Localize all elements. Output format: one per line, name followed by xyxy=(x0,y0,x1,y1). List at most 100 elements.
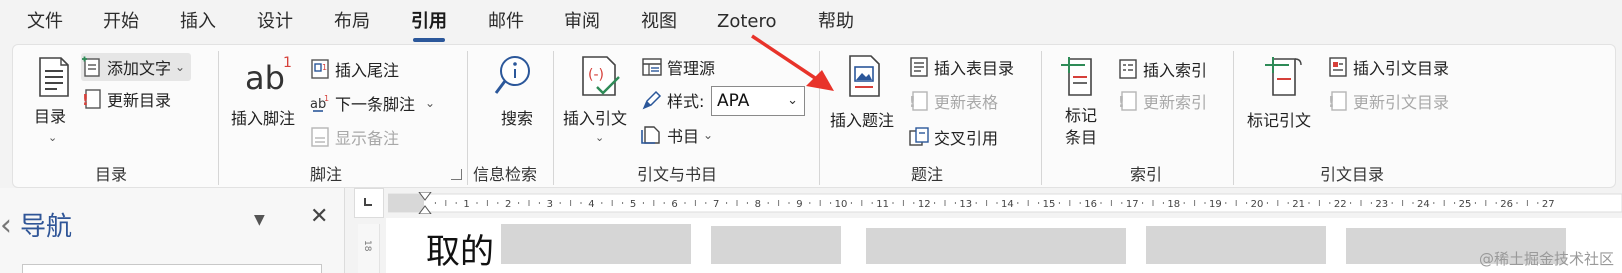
ruler-number: 7 xyxy=(713,199,719,210)
horizontal-ruler[interactable]: 1 2 3 4 5 6 7 8 9 10 11 12 13 14 15 16 17 18 19 20 21 22 23 24 2… xyxy=(388,192,1622,214)
update-index-label: 更新索引 xyxy=(1143,93,1208,112)
insert-table-of-figures-label: 插入表目录 xyxy=(934,59,1015,78)
vertical-ruler: 18 xyxy=(358,224,380,273)
ruler-number: 11 xyxy=(876,199,889,210)
mark-citation-button[interactable]: 标记引文 xyxy=(1243,51,1323,151)
tab-references[interactable]: 引用 xyxy=(411,8,447,42)
ruler-number: 4 xyxy=(588,199,594,210)
search-icon xyxy=(494,56,530,94)
update-toc-label: 更新目录 xyxy=(107,91,172,110)
ruler-number: 26 xyxy=(1500,199,1513,210)
insert-caption-button[interactable]: 插入题注 xyxy=(825,51,909,151)
ruler-number: 16 xyxy=(1084,199,1097,210)
navigation-search-input[interactable] xyxy=(22,264,322,273)
ruler-number: 18 xyxy=(1167,199,1180,210)
tab-file[interactable]: 文件 xyxy=(27,8,63,36)
group-separator xyxy=(1233,51,1234,185)
tab-home[interactable]: 开始 xyxy=(103,8,139,36)
redacted-text xyxy=(711,226,841,264)
insert-toa-icon xyxy=(1329,57,1347,77)
manage-sources-icon xyxy=(642,58,662,76)
tab-view[interactable]: 视图 xyxy=(641,8,677,36)
search-label: 搜索 xyxy=(501,109,534,128)
mark-citation-icon xyxy=(1265,57,1302,96)
ruler-number: 14 xyxy=(1001,199,1014,210)
update-toa-label: 更新引文目录 xyxy=(1353,93,1450,112)
chevron-down-icon: ⌄ xyxy=(595,131,605,144)
cross-reference-button[interactable]: 交叉引用 xyxy=(908,123,998,151)
insert-table-of-figures-button[interactable]: 插入表目录 xyxy=(908,53,1014,81)
svg-text:!: ! xyxy=(1328,93,1335,111)
navigation-title: 导航 xyxy=(20,212,73,242)
tab-help[interactable]: 帮助 xyxy=(818,8,854,36)
style-label: 样式: xyxy=(667,92,705,111)
tab-design[interactable]: 设计 xyxy=(257,8,293,36)
tab-zotero[interactable]: Zotero xyxy=(717,8,777,36)
tab-layout[interactable]: 布局 xyxy=(334,8,370,36)
insert-footnote-icon: ab 1 xyxy=(245,55,292,95)
ruler-number: 9 xyxy=(796,199,802,210)
chevron-down-icon: ⌄ xyxy=(48,131,58,144)
redacted-text xyxy=(866,228,1126,264)
next-footnote-label: 下一条脚注 xyxy=(335,95,416,114)
mark-entry-button[interactable]: 标记条目 xyxy=(1049,51,1113,157)
insert-endnote-icon: 1 xyxy=(311,59,329,79)
update-table-label: 更新表格 xyxy=(934,93,999,112)
insert-endnote-button[interactable]: 1 插入尾注 xyxy=(309,55,399,83)
insert-citation-button[interactable]: (-) 插入引文 ⌄ xyxy=(561,51,641,151)
pane-options-icon[interactable]: ▼ xyxy=(254,212,265,228)
ruler-number: 20 xyxy=(1251,199,1264,210)
svg-text:(-): (-) xyxy=(588,67,604,83)
chevron-down-icon: ⌄ xyxy=(425,96,436,110)
svg-text:1: 1 xyxy=(283,55,292,71)
ruler-number: 12 xyxy=(918,199,931,210)
chevron-down-icon: ⌄ xyxy=(175,60,186,74)
insert-toa-button[interactable]: 插入引文目录 xyxy=(1327,53,1449,81)
search-button[interactable]: 搜索 xyxy=(479,51,549,151)
insert-index-icon xyxy=(1119,59,1137,79)
ruler-number: 21 xyxy=(1292,199,1305,210)
ruler-number: 13 xyxy=(959,199,972,210)
style-pen-icon xyxy=(642,90,662,110)
mark-entry-label: 标记条目 xyxy=(1065,106,1098,147)
redacted-text xyxy=(1146,226,1326,264)
group-separator xyxy=(819,51,820,185)
update-toc-button[interactable]: ! 更新目录 xyxy=(81,85,171,113)
insert-citation-label: 插入引文 xyxy=(563,109,628,128)
tab-insert[interactable]: 插入 xyxy=(180,8,216,36)
mark-citation-label: 标记引文 xyxy=(1247,111,1312,130)
redacted-text xyxy=(501,224,691,264)
group-label-captions: 题注 xyxy=(911,165,944,184)
tab-selector-button[interactable] xyxy=(354,188,384,218)
ruler-number: 19 xyxy=(1209,199,1222,210)
next-footnote-button[interactable]: ab 1 下一条脚注 ⌄ xyxy=(309,89,435,117)
ruler-number: 1 xyxy=(463,199,469,210)
update-table-button: ! 更新表格 xyxy=(908,87,998,115)
workspace: ‹ 导航 ▼ ✕ 1 2 3 4 5 6 7 8 9 10 11 12 13 14 15 16 17 18 19 20… xyxy=(0,188,1622,273)
close-icon[interactable]: ✕ xyxy=(310,204,328,229)
group-separator xyxy=(467,51,468,185)
ruler-number: 5 xyxy=(630,199,636,210)
tab-review[interactable]: 审阅 xyxy=(564,8,600,36)
tab-mailings[interactable]: 邮件 xyxy=(488,8,524,36)
table-of-contents-button[interactable]: 目录 ⌄ xyxy=(27,53,81,153)
add-text-button[interactable]: 添加文字 ⌄ xyxy=(81,53,192,81)
add-text-label: 添加文字 xyxy=(107,59,172,78)
word-window: 文件 开始 插入 设计 布局 引用 邮件 审阅 视图 Zotero 帮助 目录 … xyxy=(0,0,1622,273)
citation-style-control: 样式: xyxy=(641,86,704,114)
manage-sources-button[interactable]: 管理源 xyxy=(641,53,715,81)
document-page[interactable]: 取的 @稀土掘金技术社区 xyxy=(386,218,1622,273)
ruler-number: 27 xyxy=(1542,199,1555,210)
ruler-number: 2 xyxy=(505,199,511,210)
footnotes-dialog-launcher-icon[interactable] xyxy=(451,169,462,180)
citation-style-select[interactable]: APA ⌄ xyxy=(711,86,805,116)
chevron-down-icon: ⌄ xyxy=(703,128,714,142)
bibliography-button[interactable]: 书目 ⌄ xyxy=(641,121,713,149)
svg-text:1: 1 xyxy=(324,94,329,103)
update-index-icon: ! xyxy=(1118,91,1137,111)
insert-index-button[interactable]: 插入索引 xyxy=(1117,55,1207,83)
insert-footnote-button[interactable]: ab 1 插入脚注 xyxy=(229,51,309,151)
show-notes-button: 显示备注 xyxy=(309,123,399,151)
ribbon-tab-bar: 文件 开始 插入 设计 布局 引用 邮件 审阅 视图 Zotero 帮助 xyxy=(0,0,1622,44)
bibliography-icon xyxy=(641,126,660,144)
